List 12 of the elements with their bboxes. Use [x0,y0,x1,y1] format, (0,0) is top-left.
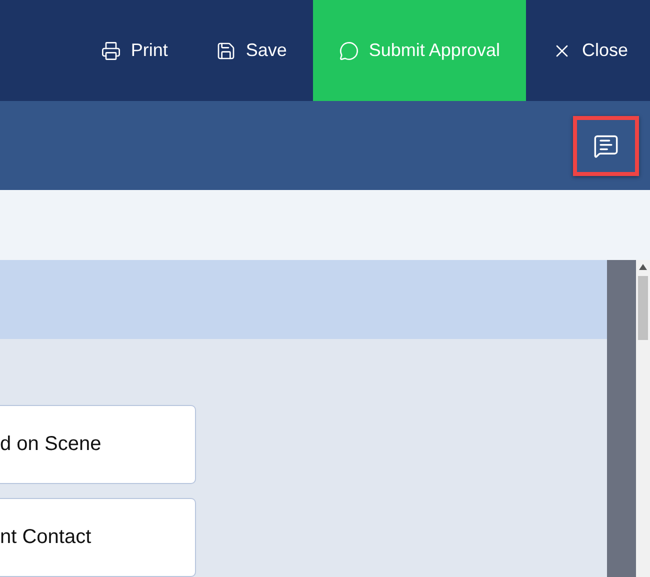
comments-button[interactable] [573,116,639,176]
printer-icon [100,40,121,60]
speech-bubble-icon [338,40,359,60]
option-card[interactable]: nt Contact [0,498,196,577]
speech-bubble-icon [593,132,619,158]
close-button[interactable]: Close [530,0,650,101]
option-card[interactable]: d on Scene [0,405,196,484]
scrollbar[interactable] [636,260,650,577]
scroll-up-icon[interactable] [639,264,647,270]
save-button[interactable]: Save [194,0,309,101]
scroll-thumb[interactable] [638,276,648,340]
print-button[interactable]: Print [78,0,190,101]
